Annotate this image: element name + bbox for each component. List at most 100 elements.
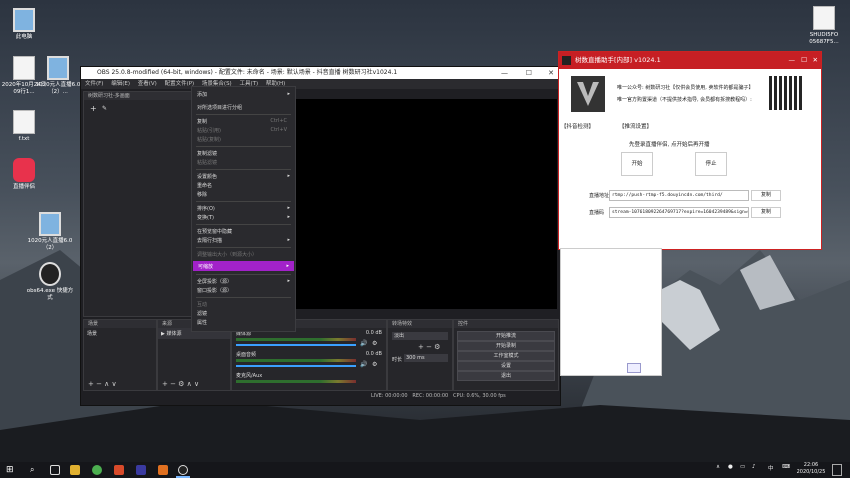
app-icon-3[interactable] [158,465,168,475]
settings-button[interactable]: 设置 [457,361,555,371]
ctx-scale-highlight[interactable]: 可缩放 ▸ [193,261,294,271]
close-icon[interactable]: ✕ [548,67,554,79]
add-icon[interactable]: + [90,104,97,113]
submenu-arrow-icon: ▸ [287,278,290,284]
desktop-icon-this-pc[interactable]: 此电脑 [0,8,48,41]
ctx-transform[interactable]: 变换(T) [197,214,214,221]
helper-window-extension [560,248,662,376]
source-toolbar[interactable]: + − ⚙ ∧ ∨ [162,380,199,388]
desktop-icon-live-companion[interactable]: 直播伴侣 [0,158,48,191]
copy-address-button[interactable]: 复制 [751,190,781,201]
source-dock-title: 树数研习社-多画面 [84,92,192,100]
ctx-order[interactable]: 排序(O) [197,205,215,212]
ctx-set-color[interactable]: 设置颜色 [197,173,217,180]
app-icon-2[interactable] [136,465,146,475]
ctx-filters[interactable]: 滤镜 [197,310,207,317]
speaker-icon[interactable]: 🔊 [360,340,367,347]
desktop-icon-ftxt[interactable]: f.txt [0,110,48,143]
network-icon[interactable]: ▭ [740,464,745,470]
maximize-icon[interactable]: ☐ [801,52,807,69]
maximize-icon[interactable]: ☐ [526,67,532,79]
scene-item[interactable]: 场景 [84,328,156,339]
scene-toolbar[interactable]: + − ∧ ∨ [88,380,117,388]
menu-separator [196,146,291,147]
gear-icon[interactable]: ⚙ [372,361,377,368]
ctx-paste-filters[interactable]: 粘贴滤镜 [197,159,217,166]
chrome-icon[interactable] [92,465,102,475]
search-icon[interactable]: ⌕ [30,465,40,475]
gear-icon[interactable]: ⚙ [372,340,377,347]
ctx-remove[interactable]: 移除 [197,191,207,198]
close-icon[interactable]: ✕ [813,52,818,69]
ctx-copy[interactable]: 复制 [197,118,207,125]
volume-slider[interactable] [236,365,356,367]
ctx-interact[interactable]: 互动 [197,301,207,308]
helper-stop-button[interactable]: 停止 [695,152,727,176]
document-icon [13,56,35,80]
ime-indicator[interactable]: 中 [768,464,774,472]
ctx-windowed-projector[interactable]: 窗口投影（源） [197,287,232,294]
studio-mode-button[interactable]: 工作室模式 [457,351,555,361]
ctx-copy-filters[interactable]: 复制滤镜 [197,150,217,157]
desktop-icon-file-right[interactable]: SHUDI5FO 05687F5... [800,6,848,46]
windows-start-icon[interactable]: ⊞ [6,465,16,475]
computer-icon [13,8,35,32]
exit-button[interactable]: 退出 [457,371,555,381]
tray-expand-icon[interactable]: ∧ [716,464,720,470]
desktop-icon-folder-2[interactable]: 1020元人直播6.0（2） [26,212,74,252]
copy-key-button[interactable]: 复制 [751,207,781,218]
app-icon-1[interactable] [114,465,124,475]
window-icon [39,212,61,236]
transition-toolbar[interactable]: + − ⚙ [418,343,440,351]
context-menu: 添加 ▸ 对所选项目进行分组 复制 Ctrl+C 粘贴(引用) Ctrl+V 粘贴(复… [191,86,296,332]
ctx-scale[interactable]: 可缩放 [198,263,213,270]
notification-icon[interactable] [832,464,842,476]
ctx-add[interactable]: 添加 [197,91,207,98]
clock-time: 22:06 [803,462,819,468]
obs-taskbar-icon[interactable] [178,465,188,475]
helper-start-button[interactable]: 开始 [621,152,653,176]
menu-separator [196,114,291,115]
menu-profile[interactable]: 配置文件(P) [165,81,195,87]
ctx-paste-dup[interactable]: 粘贴(复制) [197,136,221,143]
ctx-deinterlace[interactable]: 去隔行扫描 [197,237,222,244]
ctx-rename[interactable]: 重命名 [197,182,212,189]
wrench-icon[interactable]: ✎ [102,105,107,112]
menu-separator [196,169,291,170]
duration-input[interactable]: 300 ms [404,354,448,362]
tab-stream-settings[interactable]: 【推流设置】 [619,122,652,130]
transitions-dock-title: 转场特效 [388,320,452,328]
start-recording-button[interactable]: 开始录制 [457,341,555,351]
file-explorer-icon[interactable] [70,465,80,475]
tray-app-icon[interactable]: ● [728,464,733,470]
menu-view[interactable]: 查看(V) [138,81,157,87]
desktop-icon-obs[interactable]: obs64.exe 快捷方式 [26,262,74,302]
start-streaming-button[interactable]: 开始推流 [457,331,555,341]
obs-menubar: 文件(F) 编辑(E) 查看(V) 配置文件(P) 场景集合(S) 工具(T) … [81,79,560,89]
menu-file[interactable]: 文件(F) [85,81,103,87]
minimize-icon[interactable]: — [501,67,508,79]
minimize-icon[interactable]: — [789,52,796,69]
task-view-icon[interactable] [50,465,60,475]
desktop-icon-folder-1[interactable]: 1020元人直播6.0（2）... [34,56,82,96]
tab-douyin-check[interactable]: 【抖音检测】 [561,122,594,130]
small-thumbnail-icon [627,363,641,373]
transition-select[interactable]: 淡出 [392,332,448,340]
ctx-properties[interactable]: 属性 [197,319,207,326]
ctx-hide-in-preview[interactable]: 在预览窗中隐藏 [197,228,232,235]
clock[interactable]: 22:06 2020/10/25 [796,462,826,476]
stream-address-field[interactable]: rtmp://push-rtmp-f5.douyincdn.com/third/ [609,190,749,201]
volume-slider[interactable] [236,344,356,346]
speaker-icon[interactable]: 🔊 [360,361,367,368]
ctx-paste-ref[interactable]: 粘贴(引用) [197,127,221,134]
volume-icon[interactable]: ♪ [752,464,756,470]
keyboard-icon[interactable]: ⌨ [782,464,790,470]
ctx-fullscreen-projector[interactable]: 全屏投影（源） [197,278,232,285]
preview-canvas[interactable] [293,99,557,309]
ctx-resize-output[interactable]: 调整输出大小（到源大小） [197,251,257,258]
ctx-group[interactable]: 对所选项目进行分组 [197,104,242,111]
stream-key-field[interactable]: stream-107618092264769717?expire=1604239… [609,207,749,218]
helper-app-icon [562,56,571,65]
source-item-label: 媒体源 [166,331,182,337]
menu-edit[interactable]: 编辑(E) [111,81,130,87]
